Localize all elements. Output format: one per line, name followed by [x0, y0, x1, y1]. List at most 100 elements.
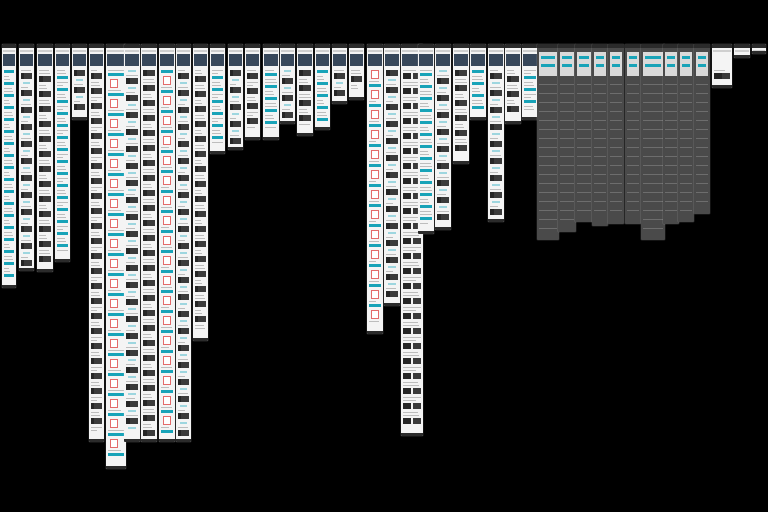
artboard-text-line — [108, 290, 121, 291]
artboard-text-line — [420, 214, 432, 215]
artboard-text-line — [643, 138, 663, 139]
artboard-thumbnail — [94, 358, 102, 364]
screen-artboard[interactable] — [228, 44, 243, 150]
screen-artboard[interactable] — [435, 44, 451, 230]
artboard-text-line — [91, 280, 97, 281]
screen-artboard[interactable] — [505, 44, 521, 124]
screen-artboard[interactable] — [384, 44, 400, 306]
artboard-text-line — [437, 177, 449, 178]
screen-artboard[interactable] — [349, 44, 364, 100]
artboard-header — [575, 44, 593, 48]
artboard-text-line — [4, 91, 13, 92]
screen-artboard[interactable] — [263, 44, 279, 140]
screen-artboard[interactable] — [625, 44, 641, 224]
screen-artboard[interactable] — [694, 44, 710, 214]
artboard-pdf-icon — [163, 196, 171, 205]
artboard-banner — [161, 430, 173, 433]
artboard-banner — [317, 82, 328, 85]
screen-artboard[interactable] — [537, 44, 559, 240]
artboard-text-line — [420, 163, 431, 164]
artboard-text-line — [696, 192, 708, 193]
artboard-text-line — [212, 121, 218, 122]
screen-artboard[interactable] — [89, 44, 104, 442]
screen-artboard[interactable] — [280, 44, 295, 124]
artboard-pill — [180, 354, 187, 356]
artboard-text-line — [680, 192, 692, 193]
artboard-text-line — [643, 147, 663, 148]
screen-artboard[interactable] — [297, 44, 313, 136]
artboard-text-line — [577, 156, 591, 157]
artboard-text-line — [299, 124, 310, 125]
artboard-text-line — [195, 148, 205, 149]
screen-artboard[interactable] — [522, 44, 538, 120]
artboard-banner — [108, 453, 124, 456]
artboard-text-line — [472, 103, 483, 104]
artboard-text-line — [420, 175, 428, 176]
artboard-text-line — [143, 217, 152, 218]
screen-artboard[interactable] — [712, 44, 732, 88]
screen-artboard[interactable] — [332, 44, 347, 104]
artboard-thumbnail — [494, 141, 502, 147]
screen-artboard[interactable] — [663, 44, 679, 224]
artboard-text-line — [680, 111, 692, 112]
screen-artboard[interactable] — [106, 44, 126, 469]
artboard-text-line — [21, 257, 28, 258]
screen-artboard[interactable] — [558, 44, 576, 232]
artboard-thumbnail — [403, 283, 411, 289]
screen-artboard[interactable] — [752, 44, 766, 54]
artboard-text-line — [230, 118, 236, 119]
artboard-hero-image — [3, 54, 15, 66]
artboard-text-line — [212, 142, 223, 143]
artboard-text-line — [4, 235, 13, 236]
screen-artboard[interactable] — [193, 44, 208, 341]
artboard-pill — [439, 87, 447, 89]
artboard-banner — [420, 97, 432, 100]
artboard-nav — [523, 50, 537, 52]
artboard-pill — [128, 206, 136, 208]
screen-artboard[interactable] — [734, 44, 750, 58]
artboard-pdf-icon — [163, 376, 171, 385]
screen-artboard[interactable] — [367, 44, 383, 334]
screen-artboard[interactable] — [470, 44, 486, 120]
artboard-text-line — [178, 87, 188, 88]
artboard-hero-image — [125, 54, 139, 66]
screen-artboard[interactable] — [19, 44, 34, 271]
screen-artboard[interactable] — [641, 44, 665, 240]
screen-artboard[interactable] — [2, 44, 16, 288]
screen-artboard[interactable] — [72, 44, 87, 120]
artboard-thumbnail — [233, 87, 241, 93]
screen-artboard[interactable] — [210, 44, 225, 154]
artboard-text-line — [437, 143, 449, 144]
artboard-thumbnail — [181, 209, 189, 215]
screen-artboard[interactable] — [141, 44, 157, 442]
screen-artboard[interactable] — [488, 44, 504, 222]
artboard-text-line — [212, 70, 223, 71]
artboard-text-line — [539, 210, 557, 211]
screen-artboard[interactable] — [592, 44, 608, 226]
artboard-thumbnail — [147, 160, 155, 166]
artboard-banner — [317, 106, 328, 109]
artboard-text-line — [386, 203, 393, 204]
artboard-footer — [37, 269, 53, 272]
artboard-canvas[interactable] — [0, 0, 768, 512]
screen-artboard[interactable] — [124, 44, 140, 442]
screen-artboard[interactable] — [575, 44, 593, 222]
artboard-banner — [4, 262, 14, 265]
artboard-text-line — [577, 210, 591, 211]
screen-artboard[interactable] — [159, 44, 175, 442]
screen-artboard[interactable] — [315, 44, 330, 130]
screen-artboard[interactable] — [245, 44, 260, 140]
screen-artboard[interactable] — [678, 44, 694, 222]
screen-artboard[interactable] — [418, 44, 434, 234]
artboard-text-line — [4, 271, 10, 272]
screen-artboard[interactable] — [453, 44, 469, 164]
screen-artboard[interactable] — [176, 44, 191, 442]
artboard-text-line — [403, 310, 416, 311]
artboard-thumbnail — [390, 274, 398, 280]
artboard-text-line — [386, 254, 396, 255]
screen-artboard[interactable] — [37, 44, 53, 272]
screen-artboard[interactable] — [55, 44, 70, 262]
artboard-nav — [142, 50, 156, 52]
artboard-text-line — [195, 70, 201, 71]
screen-artboard[interactable] — [608, 44, 624, 224]
